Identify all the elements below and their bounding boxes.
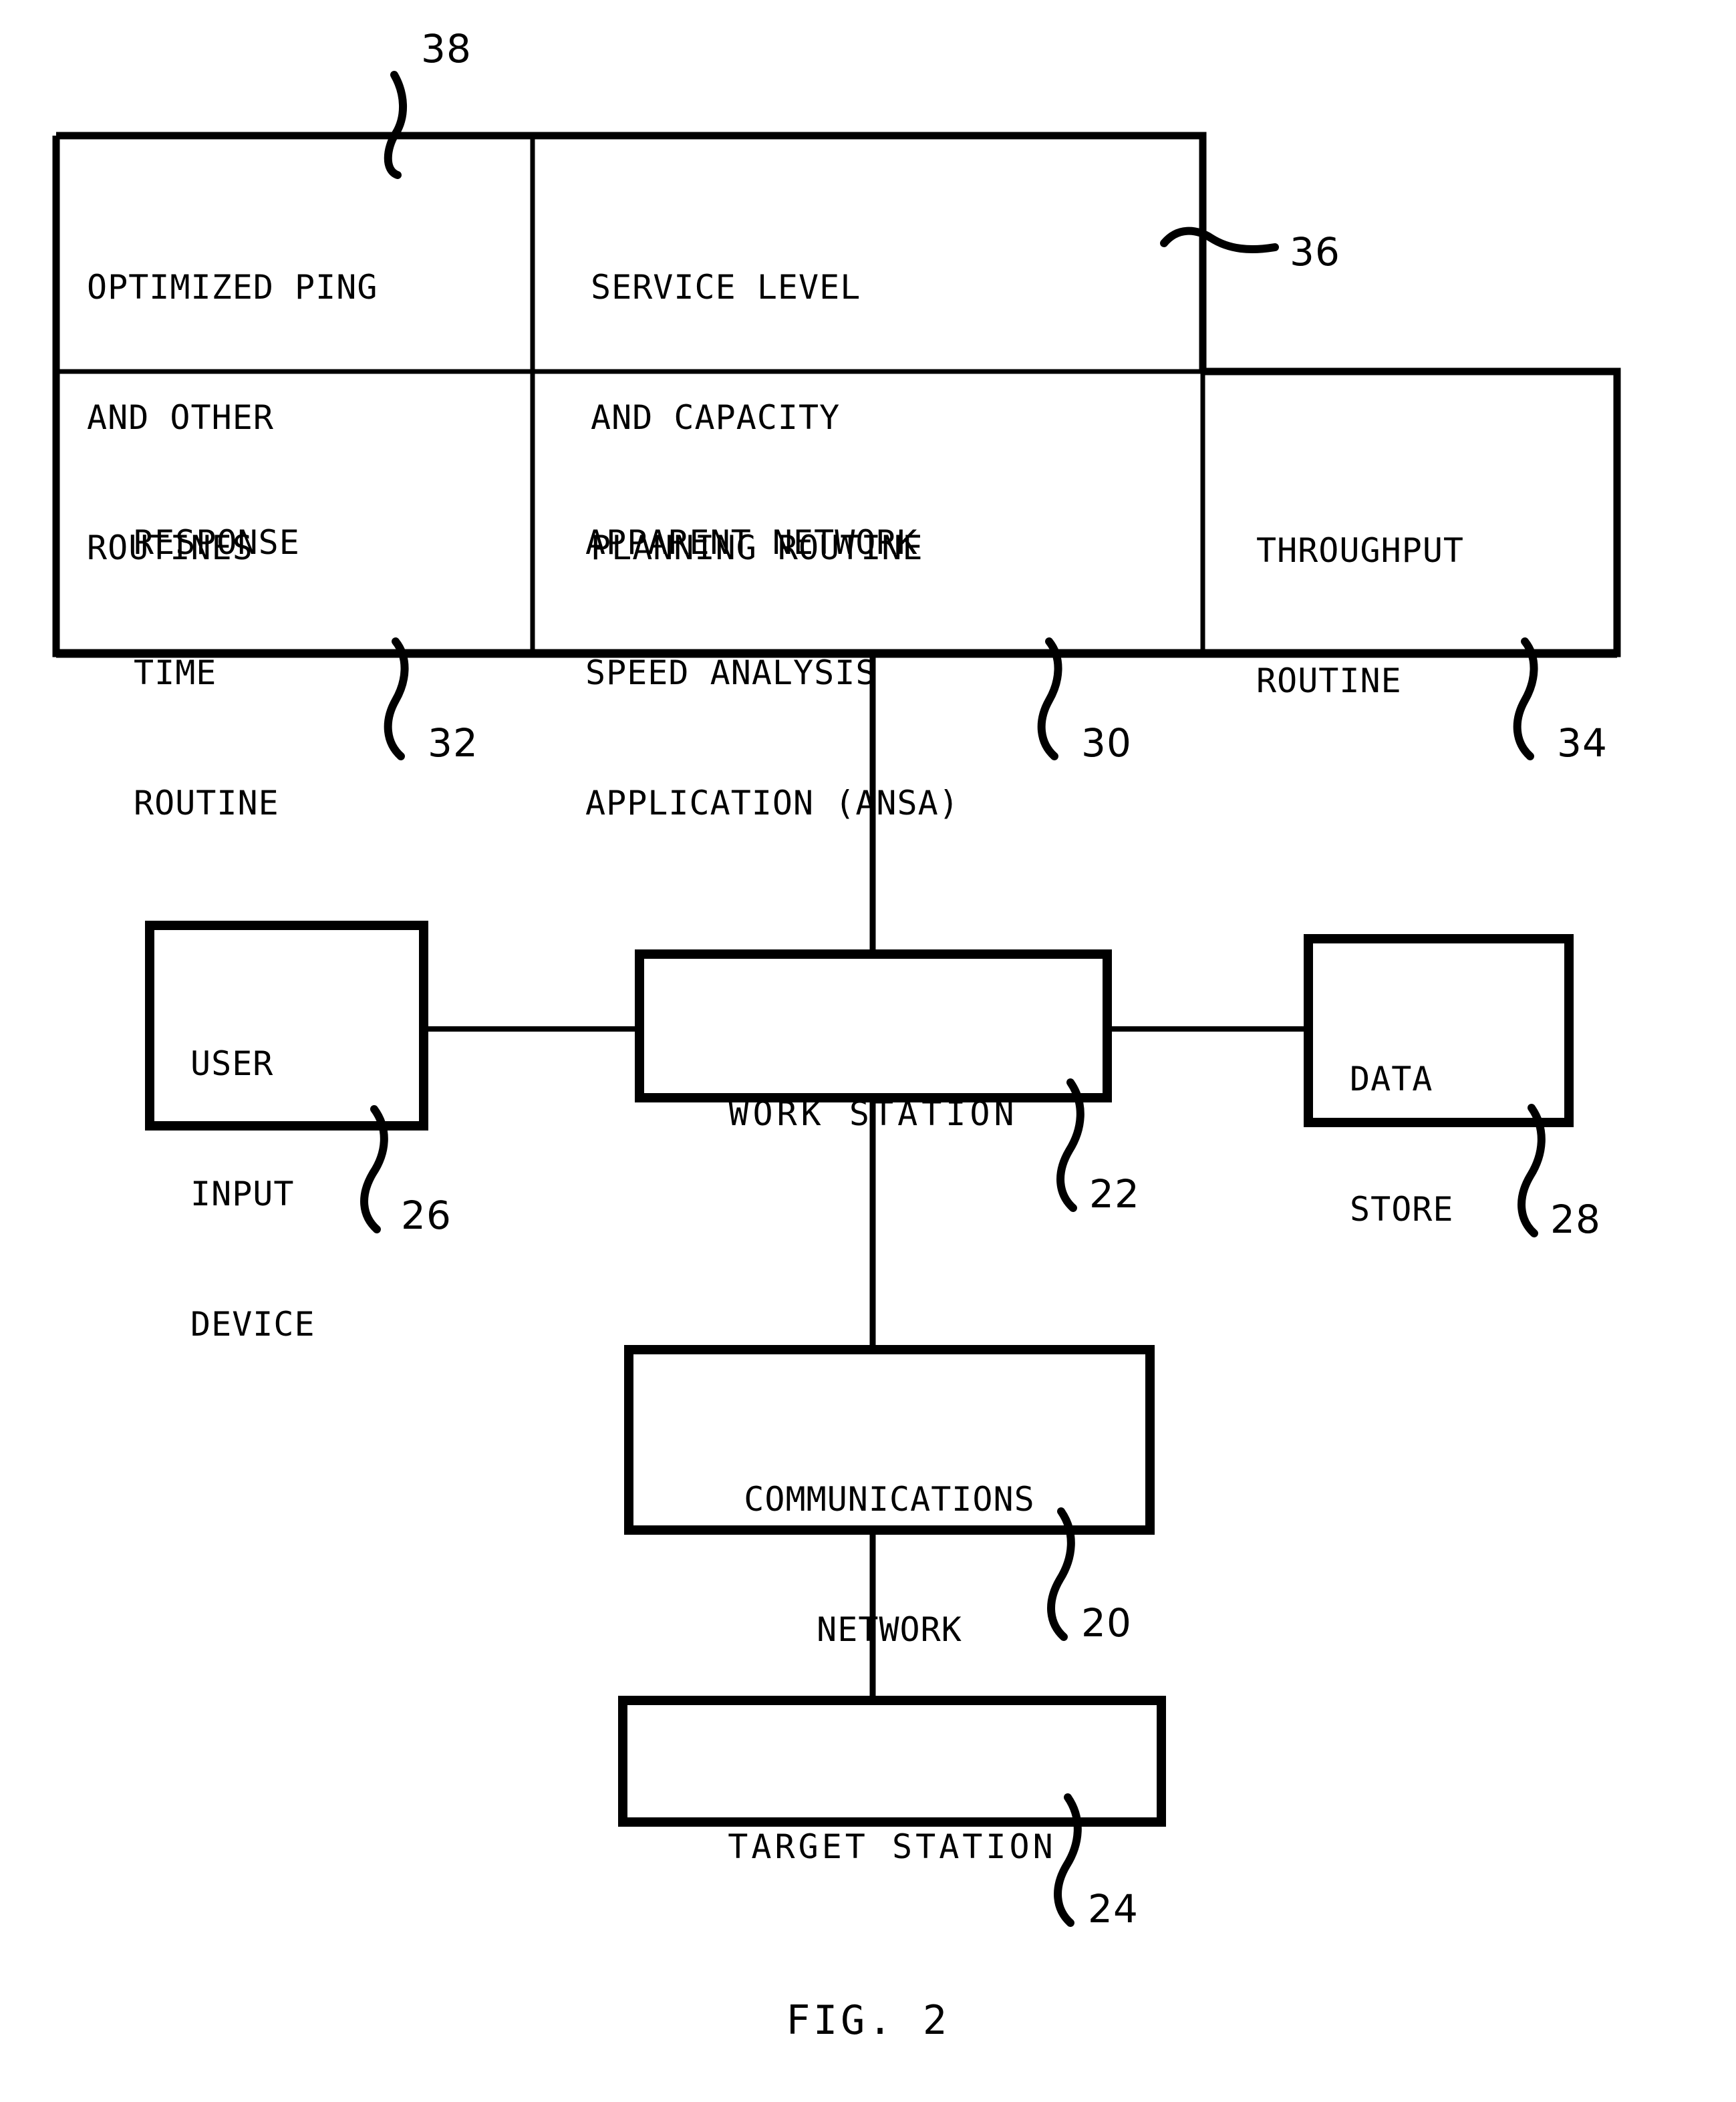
reference-numeral-36: 36 [1290, 229, 1341, 275]
table-cell-response-time: RESPONSE TIME ROUTINE [134, 434, 521, 912]
cell-line: APPLICATION (ANSA) [585, 784, 960, 822]
block-line: WORK STATION [728, 1094, 1018, 1133]
table-cell-ansa: APPARENT NETWORK SPEED ANALYSIS APPLICAT… [585, 434, 1187, 912]
reference-numeral-20: 20 [1081, 1600, 1133, 1646]
cell-line: ROUTINE [134, 784, 279, 822]
reference-numeral-30: 30 [1081, 720, 1133, 766]
figure-canvas: OPTIMIZED PING AND OTHER ROUTINES SERVIC… [0, 0, 1736, 2102]
cell-line: APPARENT NETWORK [585, 523, 918, 562]
table-cell-throughput: THROUGHPUT ROUTINE [1256, 442, 1604, 790]
leader-36 [1160, 227, 1279, 253]
reference-numeral-34: 34 [1557, 720, 1608, 766]
cell-line: TIME [134, 653, 217, 692]
cell-line: RESPONSE [134, 523, 300, 562]
cell-line: OPTIMIZED PING [87, 268, 378, 307]
block-label-work-station: WORK STATION [639, 1006, 1107, 1223]
cell-line: AND OTHER [87, 398, 274, 437]
cell-line: AND CAPACITY [591, 398, 841, 437]
reference-numeral-28: 28 [1550, 1197, 1602, 1242]
block-label-user-input-device: USER INPUT DEVICE [190, 955, 418, 1433]
reference-numeral-24: 24 [1088, 1886, 1139, 1932]
block-label-target-station: TARGET STATION [623, 1739, 1161, 1956]
leader-38 [384, 71, 407, 179]
block-label-data-store: DATA STORE [1350, 971, 1564, 1318]
reference-numeral-22: 22 [1089, 1171, 1141, 1217]
block-line: COMMUNICATIONS [744, 1480, 1035, 1519]
figure-caption: FIG. 2 [786, 1997, 950, 2044]
block-line: INPUT [190, 1175, 295, 1213]
block-line: NETWORK [817, 1610, 962, 1649]
reference-numeral-38: 38 [421, 26, 472, 71]
cell-line: ROUTINE [1256, 661, 1402, 700]
block-label-communications-network: COMMUNICATIONS NETWORK [629, 1391, 1150, 1739]
block-line: TARGET STATION [728, 1827, 1056, 1866]
reference-numeral-32: 32 [428, 720, 479, 766]
block-line: USER [190, 1044, 274, 1083]
reference-numeral-26: 26 [401, 1193, 452, 1238]
cell-line: THROUGHPUT [1256, 531, 1465, 570]
block-line: DATA [1350, 1060, 1433, 1098]
cell-line: SERVICE LEVEL [591, 268, 861, 307]
block-line: STORE [1350, 1190, 1454, 1229]
cell-line: SPEED ANALYSIS [585, 653, 877, 692]
block-line: DEVICE [190, 1305, 315, 1344]
